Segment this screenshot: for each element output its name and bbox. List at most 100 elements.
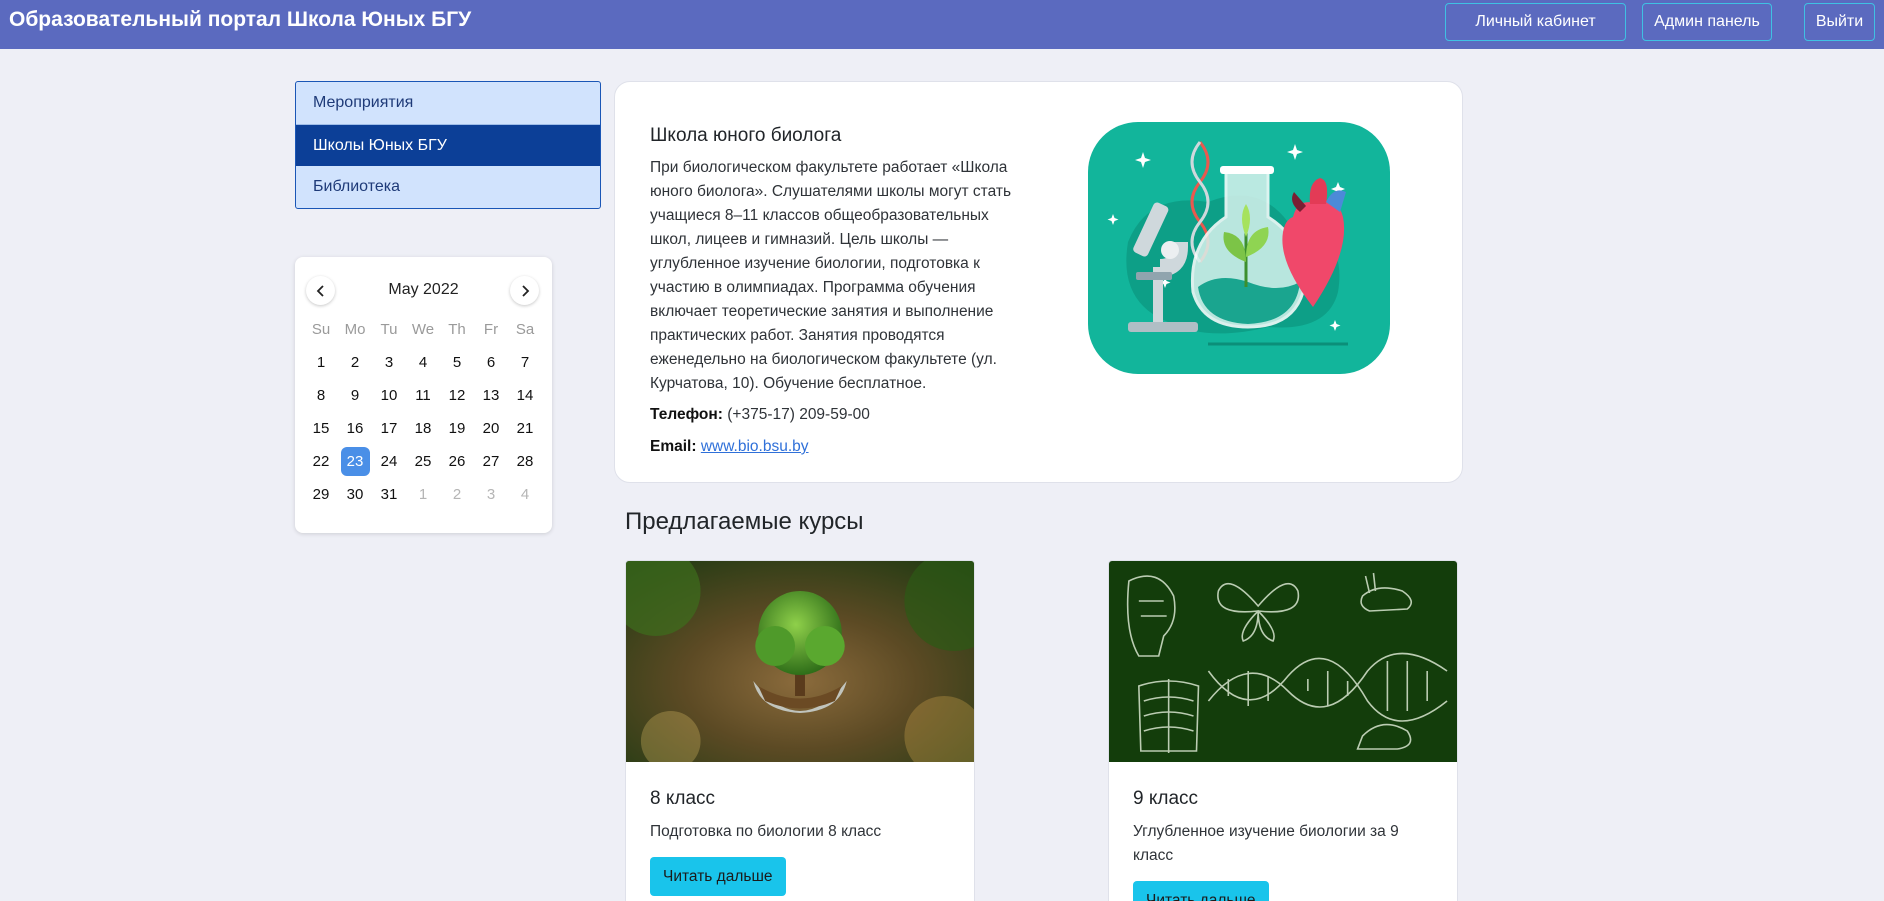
calendar-day[interactable]: 21 <box>508 412 542 445</box>
calendar-day[interactable]: 14 <box>508 379 542 412</box>
calendar-day[interactable]: 2 <box>338 346 372 379</box>
school-description: При биологическом факультете работает «Ш… <box>650 159 1012 392</box>
calendar-day-label: 12 <box>448 387 466 404</box>
calendar-day[interactable]: 8 <box>304 379 338 412</box>
school-email: Email: www.bio.bsu.by <box>650 438 809 456</box>
calendar-next-month-button[interactable] <box>510 276 539 305</box>
calendar-day-label: 2 <box>350 354 360 371</box>
phone-value: (+375-17) 209-59-00 <box>727 406 870 423</box>
calendar-weekday: Th <box>448 321 466 338</box>
calendar-day[interactable]: 16 <box>338 412 372 445</box>
read-more-button[interactable]: Читать дальше <box>650 857 786 896</box>
course-title: 9 класс <box>1133 788 1199 809</box>
calendar-day-label: 1 <box>418 486 428 503</box>
calendar-day-label: 21 <box>516 420 534 437</box>
school-info-card: Школа юного биолога При биологическом фа… <box>614 81 1463 483</box>
calendar-day-label: 11 <box>415 387 431 404</box>
personal-account-button[interactable]: Личный кабинет <box>1445 3 1626 41</box>
calendar-day[interactable]: 4 <box>406 346 440 379</box>
calendar-day[interactable]: 1 <box>406 478 440 511</box>
menu-item-events[interactable]: Мероприятия <box>296 82 600 124</box>
calendar-day-label: 25 <box>414 453 432 470</box>
calendar-day[interactable]: 3 <box>474 478 508 511</box>
calendar-day[interactable]: 19 <box>440 412 474 445</box>
course-title: 8 класс <box>650 788 716 809</box>
calendar-day-label: 24 <box>380 453 398 470</box>
calendar-day[interactable]: 9 <box>338 379 372 412</box>
calendar-day[interactable]: 11 <box>406 379 440 412</box>
calendar-day[interactable]: 12 <box>440 379 474 412</box>
calendar-day-label: 6 <box>486 354 496 371</box>
calendar-day-label: 27 <box>482 453 500 470</box>
school-phone: Телефон: (+375-17) 209-59-00 <box>650 406 870 424</box>
calendar-day[interactable]: 22 <box>304 445 338 478</box>
course-image-tree[interactable] <box>626 561 974 762</box>
calendar-day-label: 4 <box>418 354 428 371</box>
calendar-day[interactable]: 13 <box>474 379 508 412</box>
calendar-day-label: 7 <box>520 354 530 371</box>
calendar-day[interactable]: 27 <box>474 445 508 478</box>
course-description: Углубленное изучение биологии за 9 класс <box>1133 823 1399 864</box>
calendar-day[interactable]: 4 <box>508 478 542 511</box>
calendar-day[interactable]: 25 <box>406 445 440 478</box>
calendar-day[interactable]: 5 <box>440 346 474 379</box>
calendar-day[interactable]: 28 <box>508 445 542 478</box>
calendar-day[interactable]: 24 <box>372 445 406 478</box>
calendar-day[interactable]: 3 <box>372 346 406 379</box>
calendar-day[interactable]: 7 <box>508 346 542 379</box>
calendar-day-label: 18 <box>414 420 432 437</box>
menu-item-bsu-schools[interactable]: Школы Юных БГУ <box>296 124 600 166</box>
calendar-day-label: 30 <box>346 486 364 503</box>
calendar-day-label: 10 <box>380 387 398 404</box>
menu-item-library[interactable]: Библиотека <box>296 166 600 208</box>
calendar-day[interactable]: 10 <box>372 379 406 412</box>
calendar-day[interactable]: 29 <box>304 478 338 511</box>
calendar-day-label: 20 <box>482 420 500 437</box>
calendar-day-label: 2 <box>452 486 462 503</box>
calendar-day[interactable]: 15 <box>304 412 338 445</box>
course-description: Подготовка по биологии 8 класс <box>650 823 882 840</box>
top-navbar: Образовательный портал Школа Юных БГУ Ли… <box>0 0 1884 49</box>
calendar-day[interactable]: 30 <box>338 478 372 511</box>
calendar-day-label: 22 <box>312 453 330 470</box>
calendar-grid: Su Mo Tu We Th Fr Sa 1 2 3 4 5 6 7 8 9 10 11 12 13 14 15 16 17 1… <box>304 313 542 511</box>
calendar-day-label: 28 <box>516 453 534 470</box>
calendar-day-label: 29 <box>312 486 330 503</box>
calendar-day-label: 5 <box>452 354 462 371</box>
calendar-weekday: We <box>411 321 435 338</box>
calendar-weekday: Sa <box>515 321 535 338</box>
calendar-day-label: 16 <box>346 420 364 437</box>
calendar-day[interactable]: 20 <box>474 412 508 445</box>
calendar-day[interactable]: 23 <box>338 445 372 478</box>
calendar-day[interactable]: 31 <box>372 478 406 511</box>
calendar-day-label: 9 <box>350 387 360 404</box>
calendar-day-label: 19 <box>448 420 466 437</box>
calendar-day-label: 8 <box>316 387 326 404</box>
calendar-day-label: 1 <box>316 354 326 371</box>
calendar-day[interactable]: 26 <box>440 445 474 478</box>
calendar-day-label: 4 <box>520 486 530 503</box>
calendar-weekday: Su <box>311 321 331 338</box>
logout-button[interactable]: Выйти <box>1804 3 1875 41</box>
course-image-biology-sketch[interactable] <box>1109 561 1457 762</box>
calendar-day-label: 17 <box>380 420 398 437</box>
calendar-weekday: Mo <box>344 321 366 338</box>
admin-panel-button[interactable]: Админ панель <box>1642 3 1772 41</box>
calendar-widget: May 2022 Su Mo Tu We Th Fr Sa 1 2 3 4 5 6 7 8 9 10 11 12 13… <box>295 257 552 533</box>
calendar-day[interactable]: 6 <box>474 346 508 379</box>
site-brand[interactable]: Образовательный портал Школа Юных БГУ <box>9 8 471 32</box>
calendar-day-label: 15 <box>312 420 330 437</box>
calendar-day[interactable]: 17 <box>372 412 406 445</box>
calendar-day[interactable]: 1 <box>304 346 338 379</box>
calendar-day[interactable]: 2 <box>440 478 474 511</box>
email-link[interactable]: www.bio.bsu.by <box>701 438 809 455</box>
calendar-day-label: 13 <box>482 387 500 404</box>
calendar-weekday: Fr <box>483 321 499 338</box>
course-card: 8 класс Подготовка по биологии 8 класс Ч… <box>625 560 975 901</box>
courses-heading: Предлагаемые курсы <box>625 508 864 535</box>
biology-illustration <box>1088 122 1390 374</box>
school-title: Школа юного биолога <box>650 125 842 146</box>
calendar-day[interactable]: 18 <box>406 412 440 445</box>
read-more-button[interactable]: Читать дальше <box>1133 881 1269 901</box>
calendar-day-label: 3 <box>486 486 496 503</box>
